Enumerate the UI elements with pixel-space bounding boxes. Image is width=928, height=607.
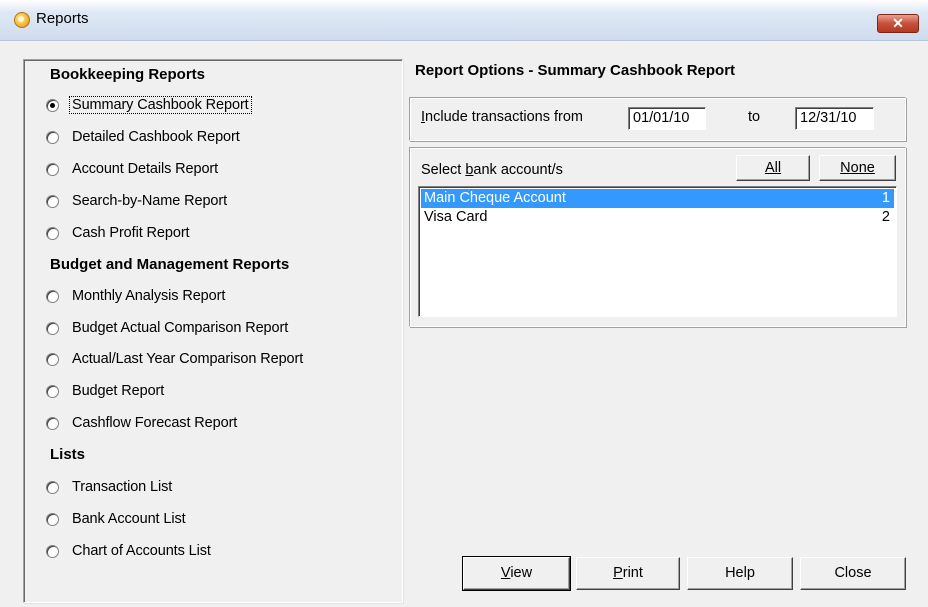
mnemonic-letter: V [500,565,511,581]
close-icon: ✕ [892,15,904,31]
radio-button[interactable] [46,289,59,303]
radio-budget-actual-comparison-report[interactable]: Budget Actual Comparison Report [46,317,290,339]
radio-label: Actual/Last Year Comparison Report [72,351,304,367]
button-label: All [764,160,782,176]
button-label: None [840,160,875,176]
radio-search-by-name-report[interactable]: Search-by-Name Report [46,190,229,212]
radio-label: Monthly Analysis Report [72,288,226,304]
include-transactions-label: Include transactions from [421,109,583,125]
radio-label: Summary Cashbook Report [69,96,252,114]
select-none-button[interactable]: None [819,155,896,181]
radio-summary-cashbook-report[interactable]: Summary Cashbook Report [46,94,252,116]
date-from-input[interactable]: 01/01/10 [628,107,706,130]
radio-button[interactable] [46,194,59,208]
section-title-budget-management: Budget and Management Reports [50,256,290,273]
radio-label: Budget Report [72,383,165,399]
radio-button[interactable] [46,480,59,494]
dialog-client-area: Bookkeeping Reports Summary Cashbook Rep… [0,41,928,607]
radio-button[interactable] [46,321,59,335]
radio-actual-last-year-comparison-report[interactable]: Actual/Last Year Comparison Report [46,348,305,370]
label-text: ank account/s [473,162,563,178]
radio-label: Detailed Cashbook Report [72,129,240,145]
close-button[interactable]: Close [800,557,906,590]
radio-label: Chart of Accounts List [72,543,211,559]
date-range-group: Include transactions from 01/01/10 to 12… [409,97,906,141]
radio-transaction-list[interactable]: Transaction List [46,476,174,498]
section-title-bookkeeping: Bookkeeping Reports [50,66,206,83]
account-name: Visa Card [424,209,488,225]
radio-account-details-report[interactable]: Account Details Report [46,158,220,180]
radio-label: Cashflow Forecast Report [72,415,238,431]
radio-bank-account-list[interactable]: Bank Account List [46,508,188,530]
view-button[interactable]: View [462,556,571,591]
bank-accounts-group: Select bank account/s All None Main Cheq… [409,147,906,327]
select-bank-accounts-label: Select bank account/s [421,162,563,178]
window-titlebar[interactable]: Reports ✕ [0,0,928,41]
radio-label: Account Details Report [72,161,219,177]
list-item[interactable]: Main Cheque Account 1 [421,189,894,208]
radio-button[interactable] [46,226,59,240]
radio-label: Search-by-Name Report [72,193,228,209]
window-close-button[interactable]: ✕ [877,14,919,33]
radio-label: Budget Actual Comparison Report [72,320,289,336]
mnemonic-letter: P [613,565,623,581]
radio-cash-profit-report[interactable]: Cash Profit Report [46,222,191,244]
radio-button[interactable] [46,416,59,430]
radio-budget-report[interactable]: Budget Report [46,380,166,402]
date-to-input[interactable]: 12/31/10 [795,107,874,130]
radio-cashflow-forecast-report[interactable]: Cashflow Forecast Report [46,412,239,434]
radio-button[interactable] [46,162,59,176]
label-text: Select [421,162,466,178]
account-number: 2 [881,209,890,225]
report-type-panel: Bookkeeping Reports Summary Cashbook Rep… [23,59,403,603]
radio-button[interactable] [46,512,59,526]
app-icon [14,12,30,28]
section-title-lists: Lists [50,446,86,463]
account-number: 1 [881,190,890,206]
radio-button[interactable] [46,384,59,398]
date-to-label: to [748,109,761,125]
radio-label: Bank Account List [72,511,186,527]
bank-account-listbox[interactable]: Main Cheque Account 1 Visa Card 2 [418,186,897,317]
radio-button[interactable] [46,544,59,558]
radio-button[interactable] [46,352,59,366]
button-label: rint [622,565,643,581]
radio-button[interactable] [46,130,59,144]
help-button[interactable]: Help [687,557,793,590]
radio-label: Transaction List [72,479,173,495]
button-label: iew [510,565,533,581]
report-options-title: Report Options - Summary Cashbook Report [415,62,736,79]
list-item[interactable]: Visa Card 2 [421,208,894,227]
radio-button-checked[interactable] [46,98,59,112]
window-title: Reports [36,10,89,27]
radio-label: Cash Profit Report [72,225,190,241]
select-all-button[interactable]: All [736,155,810,181]
account-name: Main Cheque Account [424,190,566,206]
label-text: nclude transactions from [425,109,583,125]
radio-detailed-cashbook-report[interactable]: Detailed Cashbook Report [46,126,242,148]
radio-monthly-analysis-report[interactable]: Monthly Analysis Report [46,285,227,307]
print-button[interactable]: Print [576,557,680,590]
radio-chart-of-accounts-list[interactable]: Chart of Accounts List [46,540,213,562]
